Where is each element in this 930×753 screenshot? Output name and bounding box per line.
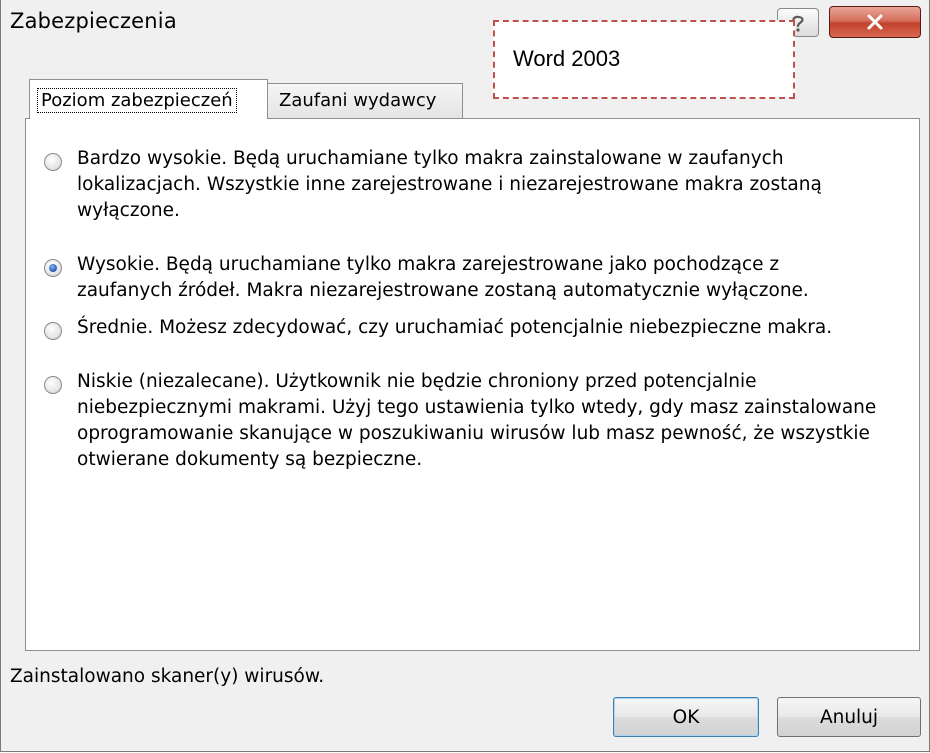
ok-button[interactable]: OK (613, 697, 759, 737)
option-high-label: Wysokie. Będą uruchamiane tylko makra za… (77, 254, 809, 301)
security-dialog: Zabezpieczenia Poziom zabezpieczeń Zaufa… (0, 0, 930, 752)
tab-trusted-publishers[interactable]: Zaufani wydawcy (267, 83, 463, 118)
option-low-label: Niskie (niezalecane). Użytkownik nie będ… (77, 371, 877, 470)
antivirus-status: Zainstalowano skaner(y) wirusów. (10, 666, 325, 687)
option-very-high[interactable]: Bardzo wysokie. Będą uruchamiane tylko m… (44, 146, 904, 228)
tab-trusted-publishers-label: Zaufani wydawcy (279, 90, 437, 111)
option-low[interactable]: Niskie (niezalecane). Użytkownik nie będ… (44, 369, 904, 477)
option-very-high-label: Bardzo wysokie. Będą uruchamiane tylko m… (77, 148, 822, 221)
tab-security-level-label: Poziom zabezpieczeń (37, 88, 237, 113)
radio-medium[interactable] (44, 322, 62, 340)
radio-high[interactable] (44, 259, 62, 277)
dialog-title: Zabezpieczenia (10, 9, 177, 33)
option-medium[interactable]: Średnie. Możesz zdecydować, czy uruchami… (44, 315, 904, 345)
version-annotation-callout: Word 2003 (493, 20, 795, 99)
option-medium-label: Średnie. Możesz zdecydować, czy uruchami… (77, 317, 833, 338)
close-icon (867, 14, 883, 30)
close-button[interactable] (829, 6, 921, 38)
security-level-panel: Bardzo wysokie. Będą uruchamiane tylko m… (25, 118, 920, 651)
cancel-button[interactable]: Anuluj (777, 697, 921, 737)
radio-low[interactable] (44, 376, 62, 394)
radio-very-high[interactable] (44, 153, 62, 171)
option-high[interactable]: Wysokie. Będą uruchamiane tylko makra za… (44, 252, 904, 308)
tab-security-level[interactable]: Poziom zabezpieczeń (29, 79, 268, 119)
version-annotation-text: Word 2003 (513, 46, 621, 71)
